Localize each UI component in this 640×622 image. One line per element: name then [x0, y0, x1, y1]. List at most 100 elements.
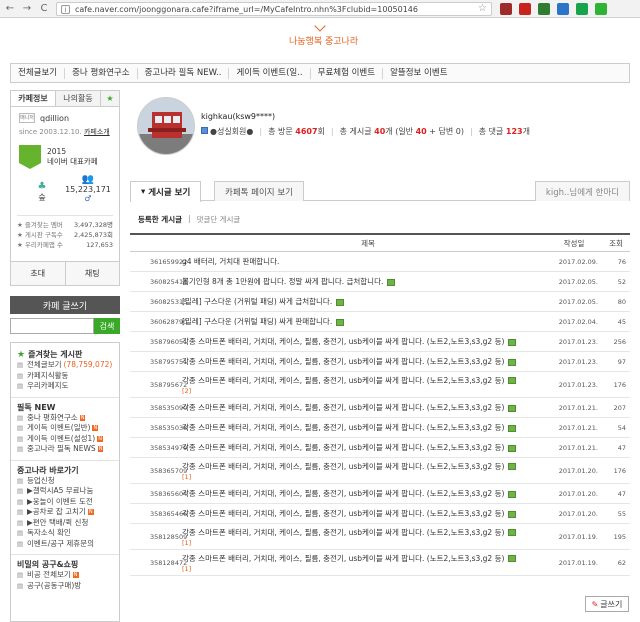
post-title[interactable]: [밀레] 구스다운 (거위털 패딩) 싸게 급처합니다. [182, 297, 332, 306]
bookmark-star-icon[interactable]: ☆ [478, 3, 487, 14]
cafe-info-box: 카페정보 나의활동 ★ 매니저 qdillion since 2003.12.1… [10, 90, 120, 286]
post-title[interactable]: 각종 스마트폰 배터리, 거치대, 케이스, 필름, 충전기, usb케이블 싸… [182, 528, 504, 537]
post-title[interactable]: 각종 스마트폰 배터리, 거치대, 케이스, 필름, 충전기, usb케이블 싸… [182, 376, 504, 385]
cafe-intro-link[interactable]: 카페소개 [84, 128, 110, 136]
sidebar-board-item[interactable]: ▤ 등업신청 [17, 476, 113, 487]
chat-button[interactable]: 채팅 [65, 262, 119, 285]
sidebar-board-item[interactable]: ▤ ▶편안 택배/퀵 신청 [17, 518, 113, 529]
post-title[interactable]: g4 배터리, 거치대 판매합니다. [182, 257, 279, 266]
menu-item[interactable]: 게이득 이벤트(일.. [229, 67, 311, 79]
banner-link[interactable]: 나눔행복 중고나라 [289, 34, 358, 47]
table-row[interactable]: 358128509 각종 스마트폰 배터리, 거치대, 케이스, 필름, 충전기,… [130, 524, 630, 550]
sidebar-board-item[interactable]: ▤ 이벤트/공구 제휴문의 [17, 539, 113, 550]
post-title[interactable]: 뽑기인형 8개 총 1만원에 팝니다. 정말 싸게 팝니다. 급처합니다. [182, 277, 383, 286]
pdf-extension-icon[interactable] [519, 3, 531, 15]
post-id: 361659922 [150, 257, 188, 266]
sidebar-board-item[interactable]: ▤ 우리카페지도 [17, 381, 113, 392]
subtab-commented-posts[interactable]: 댓글단 게시글 [197, 214, 241, 225]
table-row[interactable]: 358365466 각종 스마트폰 배터리, 거치대, 케이스, 필름, 충전기,… [130, 504, 630, 524]
board-icon: ▤ [17, 539, 24, 548]
page-info-icon[interactable]: i [61, 5, 70, 14]
menu-item[interactable]: 전체글보기 [11, 67, 66, 79]
comment-count[interactable]: [1] [182, 473, 191, 481]
sidebar-board-item[interactable]: ▤ 공구(공동구매)방 [17, 581, 113, 592]
invite-button[interactable]: 초대 [11, 262, 66, 285]
sidebar-board-item[interactable]: ▤ 독자소식 확인 [17, 528, 113, 539]
extension-icon[interactable] [500, 3, 512, 15]
reload-button[interactable]: C [37, 2, 51, 16]
table-row[interactable]: 358365709 각종 스마트폰 배터리, 거치대, 케이스, 필름, 충전기,… [130, 458, 630, 484]
cafe-write-button[interactable]: 카페 글쓰기 [10, 296, 120, 314]
avatar[interactable] [137, 97, 195, 155]
table-row[interactable]: 358535038 각종 스마트폰 배터리, 거치대, 케이스, 필름, 충전기,… [130, 418, 630, 438]
table-row[interactable]: 358796051 각종 스마트폰 배터리, 거치대, 케이스, 필름, 충전기,… [130, 332, 630, 352]
extension-icon[interactable] [595, 3, 607, 15]
tab-cafe-info[interactable]: 카페정보 [11, 91, 56, 106]
post-table: 제목 작성일 조회 361659922 g4 배터리, 거치대 판매합니다. 201… [130, 233, 630, 576]
write-post-button[interactable]: ✎ 글쓰기 [585, 596, 629, 612]
post-title[interactable]: 각종 스마트폰 배터리, 거치대, 케이스, 필름, 충전기, usb케이블 싸… [182, 489, 504, 498]
post-title[interactable]: [밀레] 구스다운 (거위털 패딩) 싸게 판매합니다. [182, 317, 332, 326]
sidebar-board-item[interactable]: ▤ ▶갤럭시A5 무료나눔 [17, 486, 113, 497]
post-id: 358535038 [150, 423, 188, 432]
post-title[interactable]: 각종 스마트폰 배터리, 거치대, 케이스, 필름, 충전기, usb케이블 싸… [182, 337, 504, 346]
post-title[interactable]: 각종 스마트폰 배터리, 거치대, 케이스, 필름, 충전기, usb케이블 싸… [182, 462, 504, 471]
tab-cafe-page[interactable]: 카페톡 페이지 보기 [214, 181, 304, 201]
address-bar[interactable]: i cafe.naver.com/joonggonara.cafe?iframe… [56, 2, 492, 16]
post-title[interactable]: 각종 스마트폰 배터리, 거치대, 케이스, 필름, 충전기, usb케이블 싸… [182, 554, 504, 563]
table-row[interactable]: 360628790 [밀레] 구스다운 (거위털 패딩) 싸게 판매합니다. 201… [130, 312, 630, 332]
profile-name: kighkau(ksw9****) [201, 112, 276, 121]
extension-icon[interactable] [557, 3, 569, 15]
sidebar-board-item[interactable]: ▤ 카페지식활동 [17, 371, 113, 382]
manager-name[interactable]: qdillion [40, 114, 69, 123]
tab-message[interactable]: kigh..님에게 한마디 [534, 181, 630, 201]
sidebar-board-item[interactable]: ▤ 게이득 이벤트(설성1) N [17, 434, 113, 445]
table-row[interactable]: 360825414 뽑기인형 8개 총 1만원에 팝니다. 정말 싸게 팝니다. … [130, 272, 630, 292]
subtab-written-posts[interactable]: 등록한 게시글 [138, 214, 182, 225]
post-id: 360825315 [150, 297, 188, 306]
table-row[interactable]: 358795672 각종 스마트폰 배터리, 거치대, 케이스, 필름, 충전기,… [130, 372, 630, 398]
search-button[interactable]: 검색 [94, 318, 120, 334]
sidebar-board-item[interactable]: ▤ 중고나라 필독 NEWS N [17, 444, 113, 455]
cafe-search-input[interactable] [10, 318, 94, 334]
table-row[interactable]: 360825315 [밀레] 구스다운 (거위털 패딩) 싸게 급처합니다. 201… [130, 292, 630, 312]
comment-count[interactable]: [2] [182, 387, 191, 395]
sidebar-board-item[interactable]: ▤ 전체글보기 (78,759,072) [17, 360, 113, 371]
post-title[interactable]: 각종 스마트폰 배터리, 거치대, 케이스, 필름, 충전기, usb케이블 싸… [182, 443, 504, 452]
post-title[interactable]: 각종 스마트폰 배터리, 거치대, 케이스, 필름, 충전기, usb케이블 싸… [182, 509, 504, 518]
sidebar-board-item[interactable]: ▤ ▶웅놀이 이벤트 도전 [17, 497, 113, 508]
forward-button[interactable]: → [20, 2, 34, 16]
post-title[interactable]: 각종 스마트폰 배터리, 거치대, 케이스, 필름, 충전기, usb케이블 싸… [182, 423, 504, 432]
post-title[interactable]: 각종 스마트폰 배터리, 거치대, 케이스, 필름, 충전기, usb케이블 싸… [182, 403, 504, 412]
comment-count[interactable]: [1] [182, 565, 191, 573]
sidebar-board-item[interactable]: ▤ 게이득 이벤트(일반) N [17, 423, 113, 434]
sidebar-board-item[interactable]: ▤ 비공 전체보기 N [17, 570, 113, 581]
menu-item[interactable]: 중나 평화연구소 [65, 67, 138, 79]
menu-item[interactable]: 무료체험 이벤트 [311, 67, 384, 79]
menu-item[interactable]: 중고나라 필독 NEW.. [138, 67, 230, 79]
post-title[interactable]: 각종 스마트폰 배터리, 거치대, 케이스, 필름, 충전기, usb케이블 싸… [182, 357, 504, 366]
post-date: 2017.01.23. [558, 337, 598, 346]
table-row[interactable]: 358534979 각종 스마트폰 배터리, 거치대, 케이스, 필름, 충전기,… [130, 438, 630, 458]
table-row[interactable]: 358365604 각종 스마트폰 배터리, 거치대, 케이스, 필름, 충전기,… [130, 484, 630, 504]
extension-icon[interactable] [576, 3, 588, 15]
sidebar-board-item[interactable]: ▤ ▶공차로 잡 고치기 N [17, 507, 113, 518]
tab-posts[interactable]: ▾ 게시글 보기 [130, 181, 202, 202]
table-row[interactable]: 361659922 g4 배터리, 거치대 판매합니다. 2017.02.09. 76 [130, 252, 630, 272]
table-row[interactable]: 358795751 각종 스마트폰 배터리, 거치대, 케이스, 필름, 충전기,… [130, 352, 630, 372]
table-row[interactable]: 358128472 각종 스마트폰 배터리, 거치대, 케이스, 필름, 충전기,… [130, 550, 630, 576]
menu-item[interactable]: 알뜰정보 이벤트 [383, 68, 454, 79]
back-button[interactable]: ← [3, 2, 17, 16]
sidebar-board-item[interactable]: ▤ 중나 평화연구소 N [17, 413, 113, 424]
cafe-level[interactable]: ♣ 숲 [19, 181, 65, 203]
comment-count[interactable]: [1] [182, 539, 191, 547]
board-group-heading: 중고나라 바로가기 [17, 465, 79, 475]
tab-my-activity[interactable]: 나의활동 [56, 91, 101, 106]
post-id: 360628790 [150, 317, 188, 326]
pencil-icon: ✎ [591, 599, 599, 609]
table-row[interactable]: 358535090 각종 스마트폰 배터리, 거치대, 케이스, 필름, 충전기,… [130, 398, 630, 418]
extension-icon[interactable] [538, 3, 550, 15]
member-count[interactable]: 👥 15,223,171 ♂ [65, 174, 111, 203]
post-views: 47 [617, 443, 626, 452]
favorite-star-icon[interactable]: ★ [101, 91, 119, 106]
